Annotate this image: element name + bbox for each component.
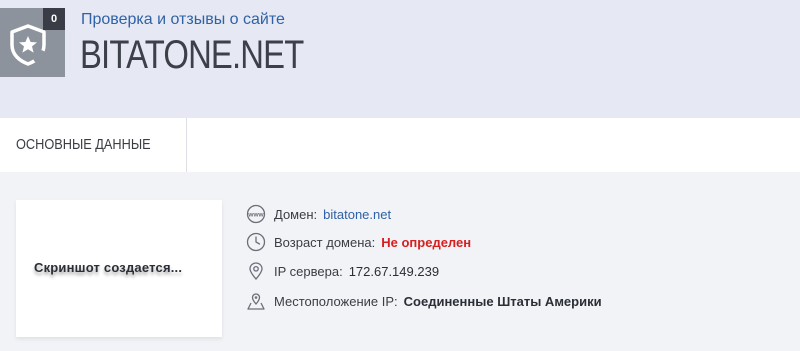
info-row-ip-location: Местоположение IP: Соединенные Штаты Аме…	[246, 290, 602, 312]
domain-age-label: Возраст домена:	[274, 234, 376, 250]
domain-label: Домен:	[274, 206, 318, 222]
domain-link[interactable]: bitatone.net	[323, 207, 391, 222]
server-ip-label: IP сервера:	[274, 263, 343, 279]
site-header: 0 Проверка и отзывы о сайте BITATONE.NET	[0, 0, 800, 118]
review-count-badge: 0	[43, 8, 65, 30]
server-ip-value: 172.67.149.239	[348, 263, 440, 279]
ip-location-label: Местоположение IP:	[274, 293, 398, 309]
site-screenshot-placeholder: Скриншот создается...	[16, 200, 222, 337]
svg-text:www: www	[247, 212, 264, 219]
location-pin-icon	[246, 261, 266, 281]
screenshot-status-text: Скриншот создается...	[34, 260, 183, 275]
tab-bar: ОСНОВНЫЕ ДАННЫЕ	[0, 118, 800, 172]
site-name-title: BITATONE.NET	[80, 33, 304, 77]
info-row-domain: www Домен: bitatone.net	[246, 203, 391, 225]
map-location-icon	[246, 291, 266, 311]
domain-age-value: Не определен	[381, 234, 472, 250]
globe-www-icon: www	[246, 204, 266, 224]
page-subtitle: Проверка и отзывы о сайте	[81, 11, 285, 28]
clock-icon	[246, 232, 266, 252]
ip-location-value: Соединенные Штаты Америки	[403, 293, 602, 309]
info-row-server-ip: IP сервера: 172.67.149.239	[246, 260, 439, 282]
info-row-domain-age: Возраст домена: Не определен	[246, 231, 471, 253]
tab-main-data[interactable]: ОСНОВНЫЕ ДАННЫЕ	[0, 118, 188, 172]
tab-label: ОСНОВНЫЕ ДАННЫЕ	[16, 136, 151, 153]
